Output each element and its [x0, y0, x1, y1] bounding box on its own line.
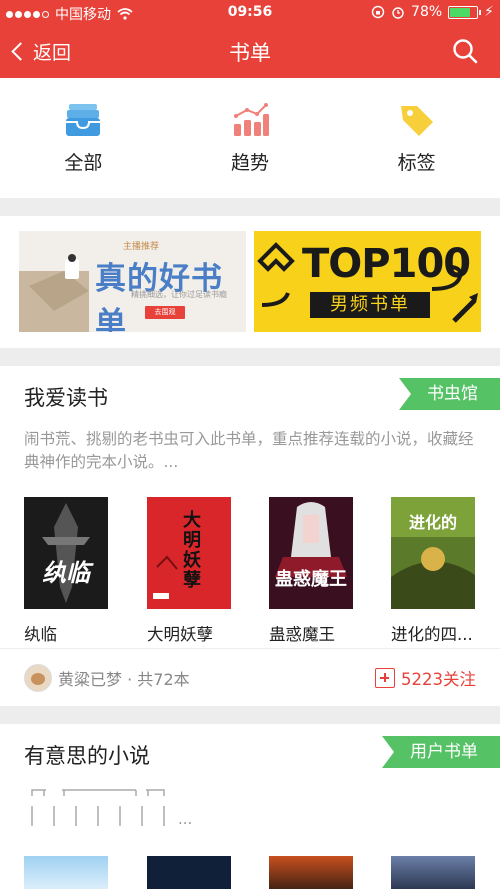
book-item[interactable]: 蛊惑魔王 蛊惑魔王 [269, 497, 353, 645]
book-item[interactable]: 大明妖孽 大明妖孽 [147, 497, 231, 645]
category-label: 趋势 [231, 152, 270, 174]
battery-icon [448, 5, 482, 19]
book-cover[interactable] [147, 856, 231, 889]
banner-top100[interactable]: TOP100 男频书单 [254, 231, 481, 332]
navigation-bar: 返回 书单 [0, 26, 500, 78]
booklist-tag[interactable]: 用户书单 [382, 736, 500, 768]
booklist-author[interactable]: 黄粱已梦 · 共72本 [24, 664, 190, 692]
follow-button[interactable]: 5223关注 [375, 666, 476, 690]
cover-art [153, 555, 178, 599]
banner-strip: 主播推荐 真的好书单 精挑细选，让你过足读书瘾 去围观 TOP100 男频书单 [0, 216, 500, 348]
book-title: 进化的四... [391, 625, 473, 644]
book-row [24, 856, 500, 889]
category-all[interactable]: 全部 [0, 78, 167, 198]
booklist-description: ... [178, 810, 193, 828]
cover-title: 蛊惑魔王 [275, 569, 347, 590]
category-bar: 全部 趋势 标签 [0, 78, 500, 198]
follow-count: 5223关注 [401, 670, 476, 689]
booklist-title: 有意思的小说 [24, 744, 150, 768]
book-cover: 蛊惑魔王 [269, 497, 353, 609]
banner-cta-button[interactable]: 去围观 [145, 306, 185, 319]
banner-top-subtitle: 男频书单 [310, 292, 430, 318]
book-cover[interactable] [24, 856, 108, 889]
search-icon[interactable] [452, 38, 478, 64]
category-tags[interactable]: 标签 [333, 78, 500, 198]
cover-art [275, 502, 347, 577]
tag-icon [400, 106, 433, 136]
book-title: 蛊惑魔王 [269, 625, 335, 644]
status-bar: 中国移动 09:56 78% ⚡ [0, 0, 500, 26]
inbox-icon [66, 104, 101, 136]
banner-small-title: 主播推荐 [123, 242, 160, 252]
book-title: 纨临 [24, 625, 57, 644]
category-label: 全部 [64, 152, 103, 174]
teacup-illustration [19, 254, 89, 332]
category-label: 标签 [397, 152, 436, 174]
book-row: 纨临 纨临 大明妖孽 大明妖孽 蛊惑魔王 蛊惑魔王 进化的 进化的四... [24, 497, 500, 647]
alarm-icon [392, 7, 404, 19]
banner-top-title: TOP100 [302, 241, 471, 287]
category-trend[interactable]: 趋势 [167, 78, 334, 198]
book-cover: 大明妖孽 [147, 497, 231, 609]
book-cover: 纨临 [24, 497, 108, 609]
booklist-description: 闹书荒、挑剔的老书虫可入此书单，重点推荐连载的小说，收藏经典神作的完本小说。..… [24, 430, 474, 471]
booklist-title: 我爱读书 [24, 386, 108, 410]
booklist-card[interactable]: 我爱读书 书虫馆 闹书荒、挑剔的老书虫可入此书单，重点推荐连载的小说，收藏经典神… [0, 366, 500, 706]
charging-icon: ⚡ [484, 4, 494, 20]
banner-good-booklist[interactable]: 主播推荐 真的好书单 精挑细选，让你过足读书瘾 去围观 [19, 231, 246, 332]
book-item[interactable]: 纨临 纨临 [24, 497, 108, 645]
banner-subtitle: 精挑细选，让你过足读书瘾 [131, 290, 227, 299]
plus-icon [375, 668, 395, 688]
book-cover: 进化的 [391, 497, 475, 609]
booklist-card[interactable]: 有意思的小说 用户书单 ... [0, 724, 500, 889]
divider [0, 648, 500, 649]
book-item[interactable]: 进化的 进化的四... [391, 497, 475, 645]
booklist-tag[interactable]: 书虫馆 [399, 378, 500, 410]
rotation-lock-icon [371, 5, 385, 19]
book-title: 大明妖孽 [147, 625, 213, 644]
author-info: 黄粱已梦 · 共72本 [58, 670, 190, 689]
book-cover[interactable] [391, 856, 475, 889]
avatar [24, 664, 52, 692]
unrendered-text-placeholder-icon [31, 789, 165, 826]
trend-chart-icon [234, 103, 269, 136]
battery-percent: 78% [411, 4, 443, 20]
cover-title: 进化的 [408, 513, 457, 532]
book-cover[interactable] [269, 856, 353, 889]
cover-title: 纨临 [42, 559, 90, 587]
page-title: 书单 [229, 41, 271, 65]
